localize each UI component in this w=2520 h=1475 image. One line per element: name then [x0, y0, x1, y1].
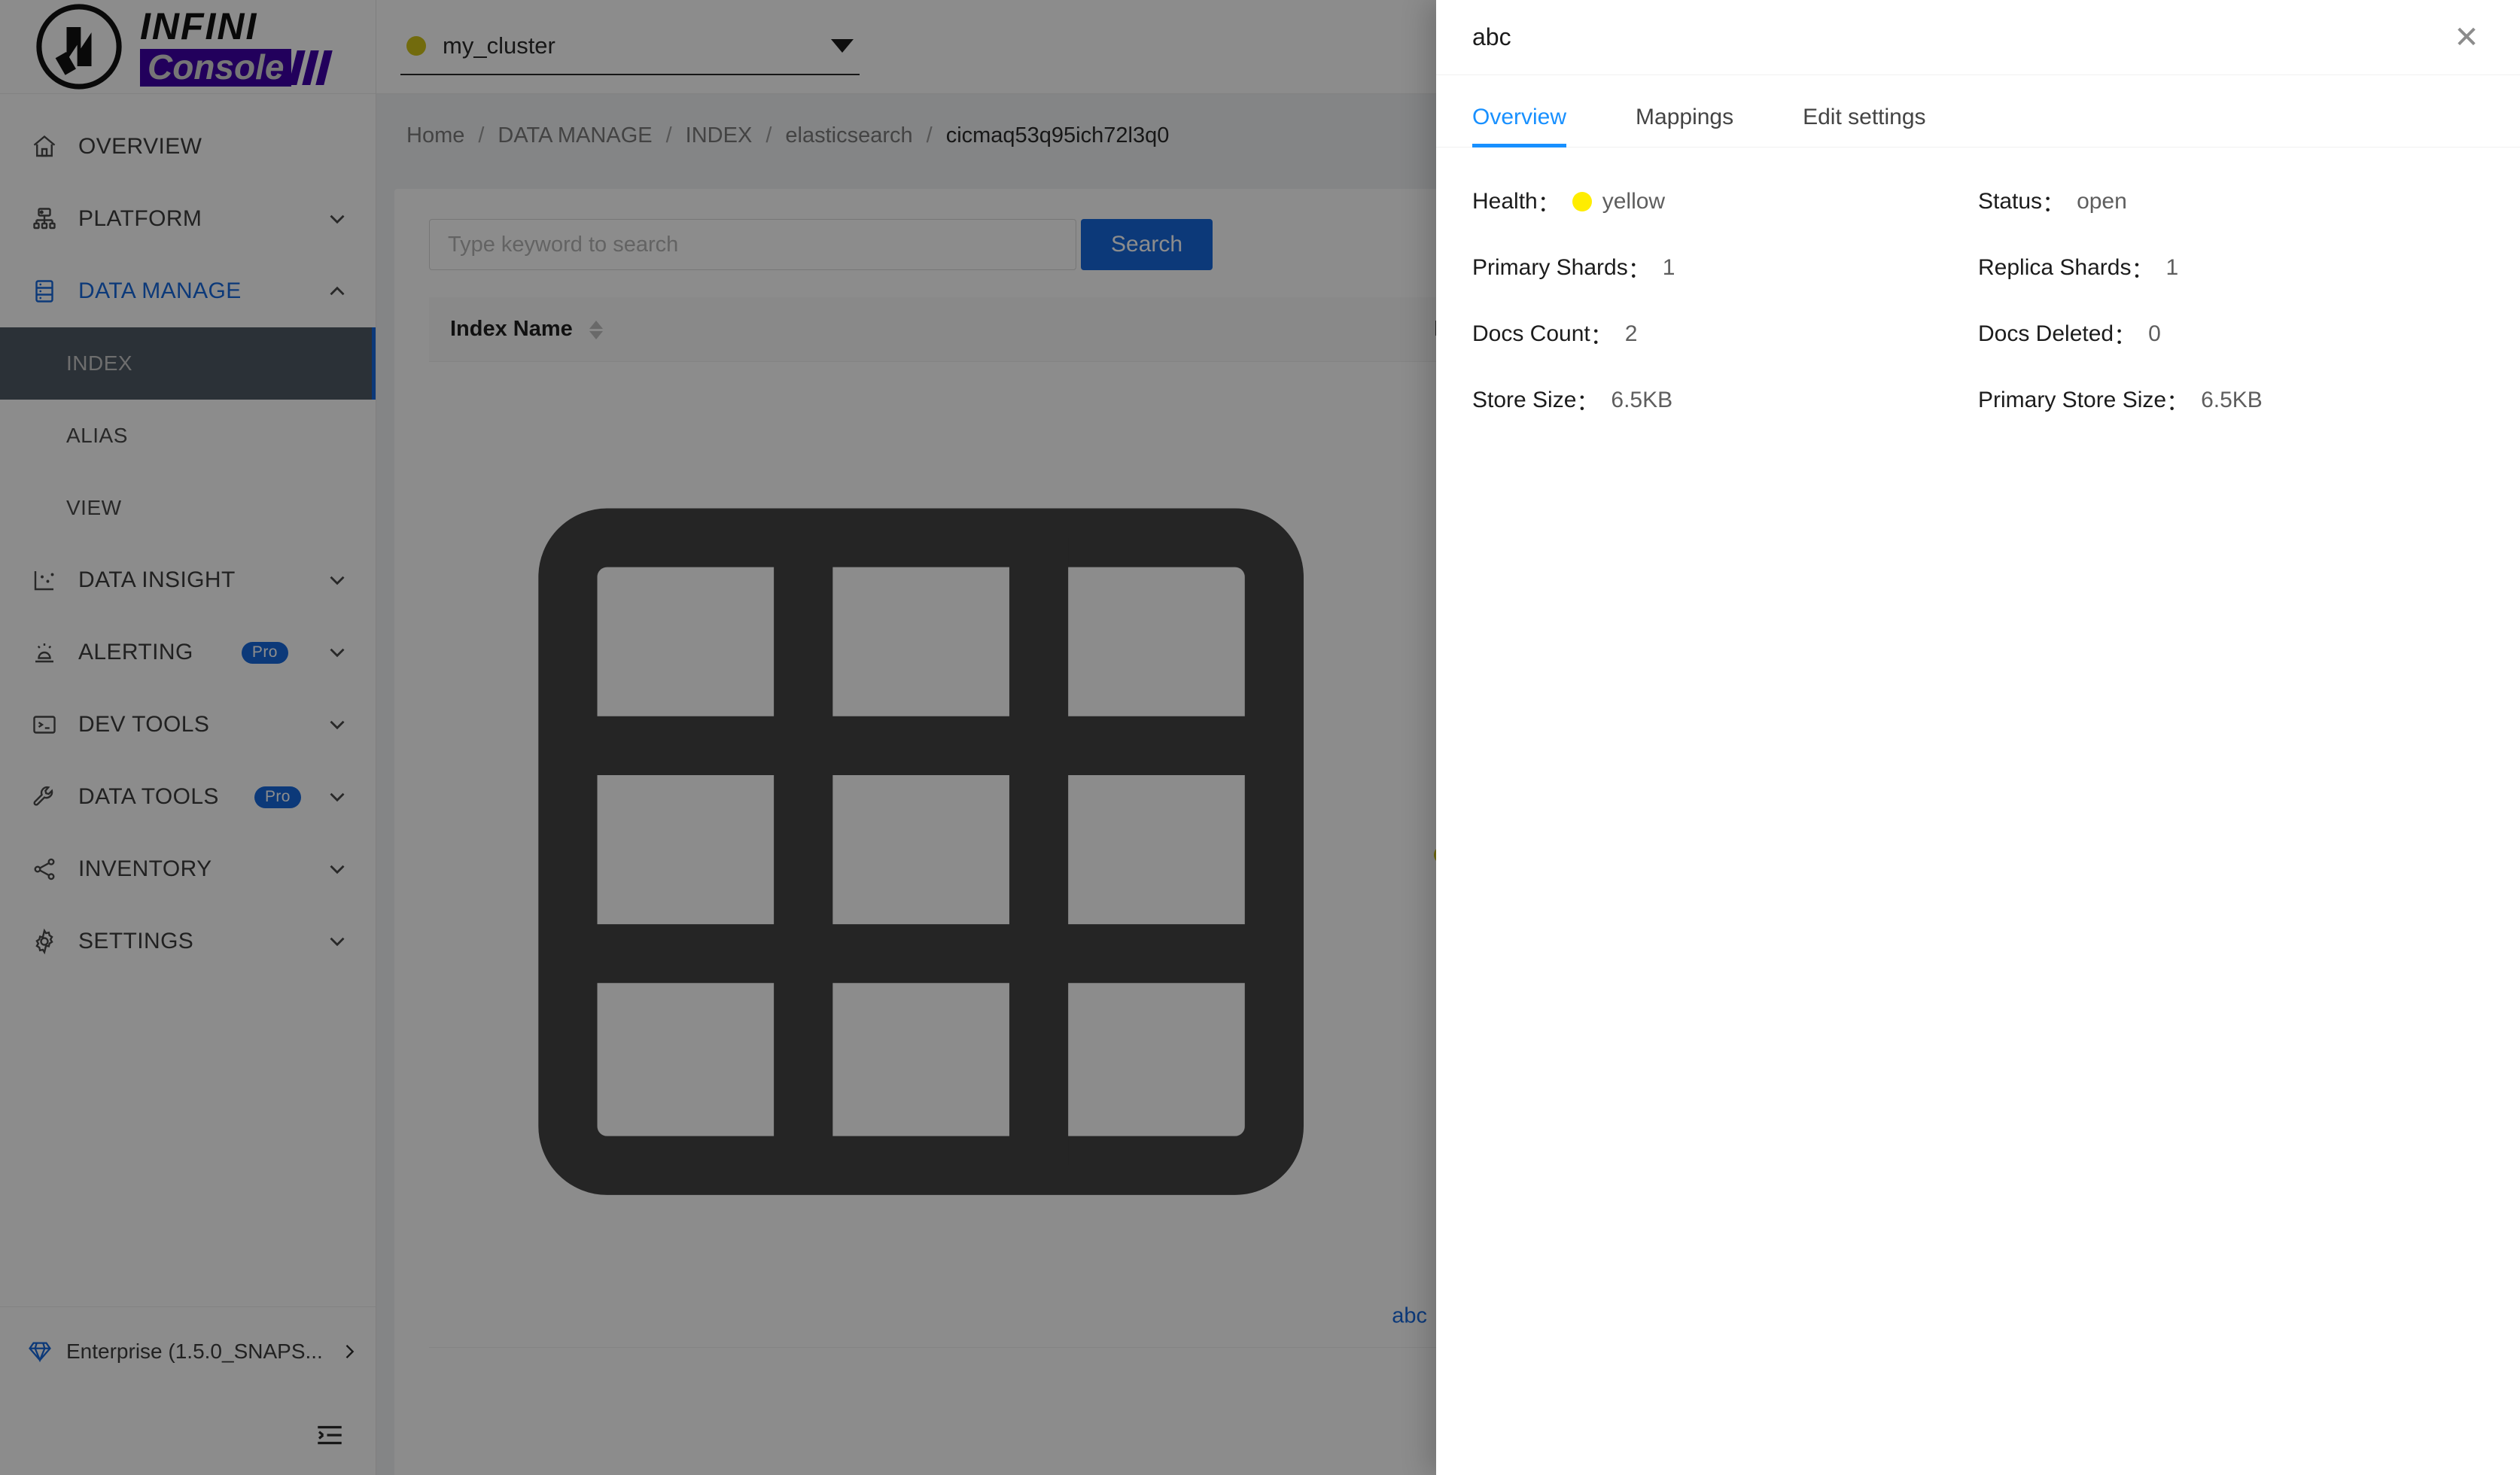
detail-value-text: yellow: [1602, 189, 1666, 214]
tab-overview[interactable]: Overview: [1472, 105, 1567, 148]
detail-colon: ：: [1590, 324, 1613, 349]
drawer-tabs: Overview Mappings Edit settings: [1436, 75, 2520, 148]
detail-label: Primary Store Size: [1978, 388, 2167, 412]
detail-field: Store Size： 6.5KB: [1472, 384, 1978, 417]
detail-value-text: 6.5KB: [1611, 388, 1673, 412]
detail-value-text: 2: [1624, 321, 1638, 346]
detail-value: 1: [2165, 255, 2178, 281]
detail-value-text: 1: [1662, 255, 1675, 280]
close-icon[interactable]: ✕: [2449, 20, 2484, 55]
detail-field: Replica Shards： 1: [1978, 251, 2484, 284]
detail-value: 6.5KB: [1611, 388, 1672, 413]
detail-colon: ：: [2131, 258, 2154, 283]
detail-value-text: open: [2077, 189, 2127, 214]
index-detail-drawer: abc ✕ Overview Mappings Edit settings He…: [1436, 0, 2520, 1475]
detail-label: Replica Shards: [1978, 255, 2132, 280]
detail-colon: ：: [1627, 258, 1651, 283]
drawer-body: Health： yellow Status： open Primary Shards： 1…: [1436, 148, 2520, 1475]
detail-label: Store Size: [1472, 388, 1577, 412]
detail-colon: ：: [2042, 192, 2065, 217]
detail-field: Docs Deleted： 0: [1978, 318, 2484, 351]
detail-value: open: [2077, 189, 2127, 214]
drawer-header: abc ✕: [1436, 0, 2520, 75]
detail-value: 6.5KB: [2201, 388, 2263, 413]
detail-field: Status： open: [1978, 185, 2484, 218]
detail-value-text: 6.5KB: [2201, 388, 2263, 412]
tab-edit-settings[interactable]: Edit settings: [1803, 105, 1925, 147]
app-root: INFINI Console OVERVIEW PLATFORM DATA MA…: [0, 0, 2520, 1475]
detail-field: Health： yellow: [1472, 185, 1978, 218]
detail-value-text: 1: [2165, 255, 2179, 280]
detail-field: Primary Store Size： 6.5KB: [1978, 384, 2484, 417]
detail-label: Primary Shards: [1472, 255, 1628, 280]
detail-value: yellow: [1572, 189, 1665, 214]
detail-field: Docs Count： 2: [1472, 318, 1978, 351]
detail-label: Docs Count: [1472, 321, 1590, 346]
detail-value: 2: [1625, 321, 1638, 347]
detail-value: 1: [1663, 255, 1675, 281]
drawer-title: abc: [1472, 23, 1511, 50]
detail-value: 0: [2148, 321, 2161, 347]
index-detail-grid: Health： yellow Status： open Primary Shards： 1…: [1472, 185, 2484, 417]
tab-mappings[interactable]: Mappings: [1636, 105, 1733, 147]
health-dot-icon: [1572, 192, 1592, 211]
detail-label: Docs Deleted: [1978, 321, 2114, 346]
detail-colon: ：: [2114, 324, 2137, 349]
detail-field: Primary Shards： 1: [1472, 251, 1978, 284]
detail-colon: ：: [1576, 391, 1599, 415]
detail-colon: ：: [2166, 391, 2190, 415]
detail-label: Health: [1472, 189, 1538, 214]
detail-label: Status: [1978, 189, 2043, 214]
detail-colon: ：: [1537, 192, 1560, 217]
detail-value-text: 0: [2148, 321, 2161, 346]
